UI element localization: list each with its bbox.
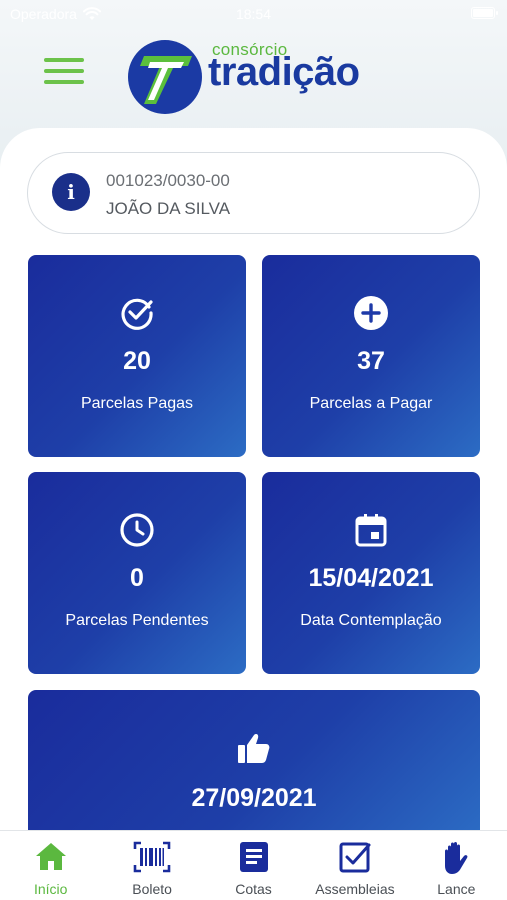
menu-button[interactable]	[44, 58, 84, 88]
tab-label: Boleto	[132, 881, 172, 897]
account-code: 001023/0030-00	[106, 171, 230, 190]
assembly-date-card[interactable]: 27/09/2021	[28, 690, 480, 840]
contemplation-date-card[interactable]: 15/04/2021 Data Contemplação	[262, 472, 480, 674]
account-info-card[interactable]: i 001023/0030-00 JOÃO DA SILVA	[27, 152, 480, 234]
installments-to-pay-card[interactable]: 37 Parcelas a Pagar	[262, 255, 480, 457]
check-circle-icon	[121, 298, 153, 330]
document-icon	[239, 842, 268, 872]
account-holder: JOÃO DA SILVA	[106, 199, 231, 218]
barcode-icon	[133, 841, 171, 873]
plus-circle-icon	[354, 296, 388, 330]
thumbs-up-icon	[238, 734, 270, 763]
card-label: Parcelas a Pagar	[309, 395, 433, 412]
info-icon: i	[52, 173, 90, 211]
card-value: 37	[357, 347, 385, 375]
card-label: Data Contemplação	[300, 612, 442, 629]
card-value: 20	[123, 347, 151, 375]
tab-label: Cotas	[235, 881, 272, 897]
logo-name: tradição	[208, 50, 360, 94]
paid-installments-card[interactable]: 20 Parcelas Pagas	[28, 255, 246, 457]
tab-label: Assembleias	[315, 881, 395, 897]
card-value: 0	[130, 564, 144, 592]
tab-assembleias[interactable]: Assembleias	[304, 831, 405, 900]
tab-lance[interactable]: Lance	[406, 831, 507, 900]
tab-cotas[interactable]: Cotas	[203, 831, 304, 900]
hamburger-icon-line	[44, 69, 84, 73]
pending-installments-card[interactable]: 0 Parcelas Pendentes	[28, 472, 246, 674]
card-value: 15/04/2021	[308, 564, 434, 592]
home-icon	[35, 843, 66, 870]
tab-inicio[interactable]: Início	[0, 831, 101, 900]
brand-logo: consórcio tradição	[126, 38, 396, 118]
card-label: Parcelas Pendentes	[65, 612, 209, 629]
calendar-icon	[355, 514, 387, 547]
tab-label: Lance	[437, 881, 476, 897]
logo-emblem-icon	[128, 40, 202, 114]
card-label: Parcelas Pagas	[80, 395, 194, 412]
tab-label: Início	[33, 881, 68, 897]
bottom-tab-bar: Início Boleto Cotas Assembleias Lance	[0, 830, 507, 900]
hand-icon	[445, 842, 468, 874]
clock-icon	[120, 513, 154, 547]
tab-boleto[interactable]: Boleto	[101, 831, 202, 900]
checkbox-icon	[339, 842, 371, 873]
status-bar: Operadora 18:54	[0, 0, 507, 28]
battery-icon	[471, 7, 498, 19]
status-time: 18:54	[235, 6, 272, 22]
card-value: 27/09/2021	[191, 784, 317, 812]
hamburger-icon-line	[44, 80, 84, 84]
hamburger-icon-line	[44, 58, 84, 62]
